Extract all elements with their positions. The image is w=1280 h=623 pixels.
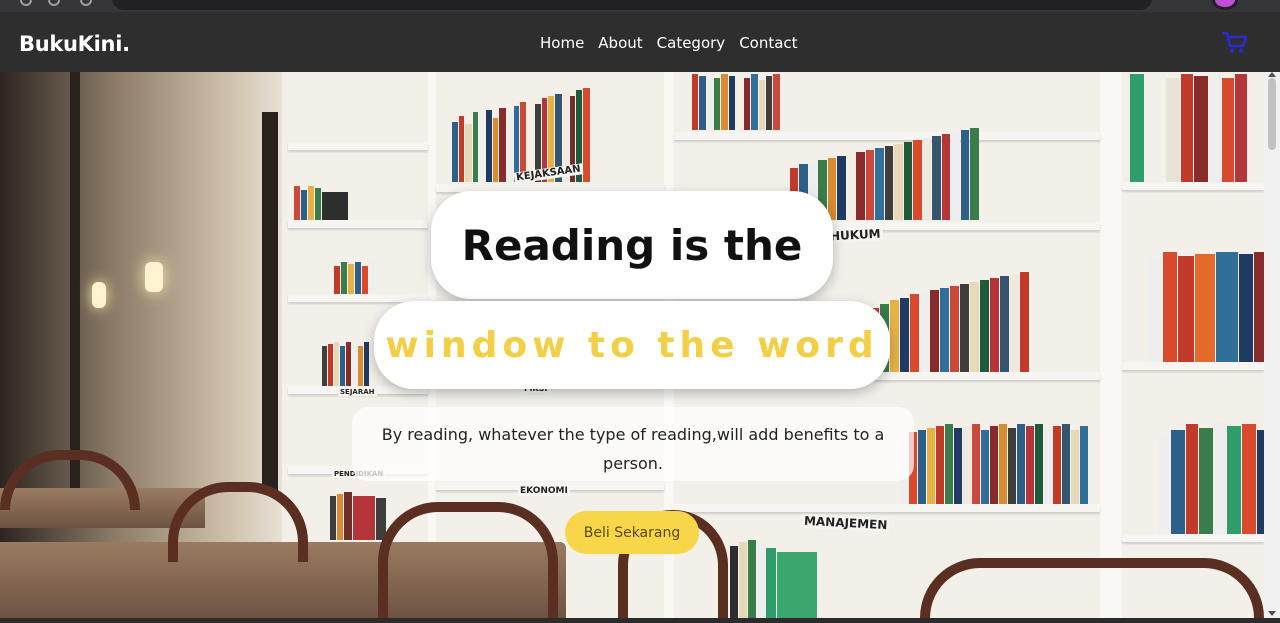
nav-link-category[interactable]: Category [657, 34, 726, 52]
main-navigation: Home About Category Contact [540, 34, 798, 52]
headline-pill-secondary: window to the word [374, 301, 890, 389]
shelf-label-sejarah: SEJARAH [338, 388, 377, 396]
nav-link-about[interactable]: About [598, 34, 642, 52]
headline-pill-primary: Reading is the [431, 191, 833, 299]
bottom-edge [0, 618, 1280, 623]
scroll-up-icon[interactable] [1268, 72, 1276, 77]
back-icon[interactable] [20, 0, 32, 6]
browser-chrome [0, 0, 1280, 12]
page-scrollbar[interactable] [1264, 72, 1280, 618]
profile-avatar[interactable] [1212, 0, 1238, 10]
top-navbar: BukuKini. Home About Category Contact [0, 12, 1280, 72]
hero-headline-line1: Reading is the [461, 220, 803, 270]
hero-headline-line2: window to the word [385, 324, 879, 366]
brand-logo[interactable]: BukuKini. [19, 32, 130, 56]
nav-link-home[interactable]: Home [540, 34, 584, 52]
scroll-down-icon[interactable] [1268, 611, 1276, 616]
shelf-label-hukum: HUKUM [827, 226, 883, 244]
address-bar[interactable] [112, 0, 1152, 10]
hero-subtitle: By reading, whatever the type of reading… [352, 407, 914, 481]
shopping-cart-icon[interactable] [1222, 30, 1248, 54]
shelf-label-ekonomi: EKONOMI [518, 486, 570, 496]
scrollbar-thumb[interactable] [1268, 78, 1276, 150]
hero-section: KEJAKSAAN HUKUM SEJARAH FIKSI PENDIDIKAN… [0, 72, 1264, 618]
buy-now-button[interactable]: Beli Sekarang [565, 511, 699, 554]
reload-icon[interactable] [80, 0, 92, 6]
nav-link-contact[interactable]: Contact [739, 34, 797, 52]
forward-icon[interactable] [48, 0, 60, 6]
